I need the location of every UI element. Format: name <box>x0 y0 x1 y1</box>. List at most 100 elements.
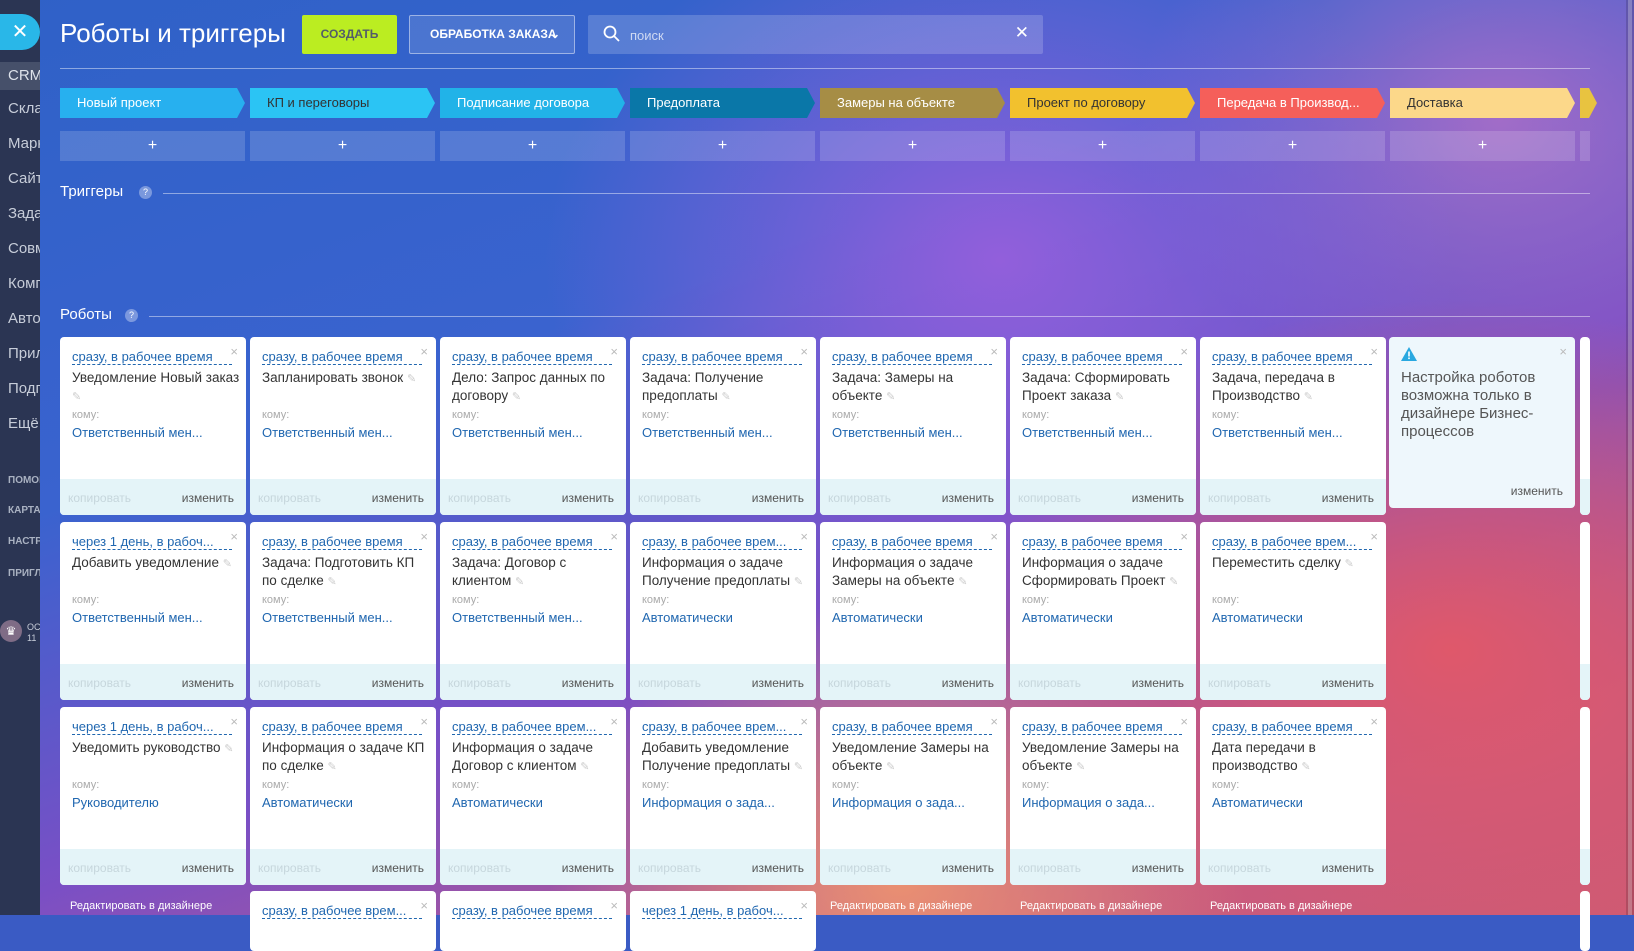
robot-delay-link[interactable]: через 1 день, в рабоч... <box>642 903 802 919</box>
copy-button[interactable]: копировать <box>448 861 511 875</box>
robot-card[interactable]: сразу, в рабочее время × Дата передачи в п… <box>1200 707 1386 885</box>
robot-card[interactable]: сразу, в рабочее время × Информация о зада… <box>1010 522 1196 700</box>
edit-button[interactable]: изменить <box>182 676 234 690</box>
nav-map[interactable]: КАРТА <box>8 505 40 516</box>
robot-delay-link[interactable]: сразу, в рабочее время <box>1022 719 1182 735</box>
robot-recipient[interactable]: Ответственный мен... <box>452 425 612 440</box>
robot-delay-link[interactable]: сразу, в рабочее время <box>262 534 422 550</box>
copy-button[interactable]: копировать <box>828 676 891 690</box>
edit-in-designer-link[interactable]: Редактировать в дизайнере <box>830 900 972 912</box>
add-robot-button[interactable]: + <box>60 131 245 161</box>
robot-recipient[interactable]: Ответственный мен... <box>1022 425 1182 440</box>
pencil-icon[interactable]: ✎ <box>794 576 803 588</box>
edit-button[interactable]: изменить <box>182 491 234 505</box>
robot-delay-link[interactable]: сразу, в рабочее время <box>452 903 612 919</box>
close-icon[interactable]: × <box>990 714 998 729</box>
robot-card-partial[interactable]: сра <box>1580 891 1590 951</box>
robot-card[interactable]: сразу, в рабочее время × Информация о зада… <box>820 522 1006 700</box>
edit-button[interactable]: изменить <box>752 861 804 875</box>
edit-button[interactable]: изменить <box>1322 676 1374 690</box>
scroll-thumb[interactable] <box>1628 0 1632 915</box>
edit-button[interactable]: изменить <box>372 861 424 875</box>
close-icon[interactable]: × <box>420 529 428 544</box>
copy-button[interactable]: копировать <box>448 676 511 690</box>
crown-icon[interactable]: ♛ <box>0 620 22 642</box>
scrollbar[interactable] <box>1626 0 1634 915</box>
copy-button[interactable]: копировать <box>1018 676 1081 690</box>
edit-in-designer-link[interactable]: Редактировать в дизайнере <box>1020 900 1162 912</box>
pencil-icon[interactable]: ✎ <box>1115 391 1124 403</box>
create-button[interactable]: СОЗДАТЬ <box>302 15 397 54</box>
edit-button[interactable]: изменить <box>942 491 994 505</box>
robot-delay-link[interactable]: через 1 день, в рабоч... <box>72 534 232 550</box>
copy-button[interactable]: копировать <box>1208 676 1271 690</box>
robot-card[interactable]: сразу, в рабочее время × Уведомление Новый… <box>60 337 246 515</box>
copy-button[interactable]: копировать <box>1208 861 1271 875</box>
robot-delay-link[interactable]: сразу, в рабочее врем... <box>642 719 802 735</box>
robot-card[interactable]: сразу, в рабочее время × Задача: Замеры на… <box>820 337 1006 515</box>
close-icon[interactable]: × <box>800 898 808 913</box>
add-robot-button[interactable]: + <box>440 131 625 161</box>
robot-card[interactable]: сразу, в рабочее время × Запланировать зво… <box>250 337 436 515</box>
robot-card[interactable]: сразу, в рабочее время × Задача, передача … <box>1200 337 1386 515</box>
edit-button[interactable]: изменить <box>1322 491 1374 505</box>
copy-button[interactable]: копировать <box>1018 491 1081 505</box>
robot-recipient[interactable]: Информация о зада... <box>642 795 802 810</box>
copy-button[interactable]: копировать <box>638 676 701 690</box>
add-robot-button[interactable]: + <box>1010 131 1195 161</box>
pencil-icon[interactable]: ✎ <box>407 373 416 385</box>
close-icon[interactable]: × <box>1370 344 1378 359</box>
stage-5[interactable]: Проект по договору <box>1010 88 1195 118</box>
robot-recipient[interactable]: Информация о зада... <box>1022 795 1182 810</box>
robot-delay-link[interactable]: сразу, в рабочее время <box>1212 719 1372 735</box>
robot-card[interactable]: сразу, в рабочее врем... × Информация о за… <box>440 707 626 885</box>
robot-recipient[interactable]: Автоматически <box>262 795 422 810</box>
robot-delay-link[interactable]: сразу, в рабочее время <box>452 534 612 550</box>
robot-card[interactable]: сразу, в рабочее время × Дело: Запрос данн… <box>440 337 626 515</box>
edit-in-designer-link[interactable]: Редактировать в дизайнере <box>1210 900 1352 912</box>
robot-delay-link[interactable]: через 1 день, в рабоч... <box>72 719 232 735</box>
close-icon[interactable]: × <box>420 714 428 729</box>
robot-recipient[interactable]: Автоматически <box>1212 795 1372 810</box>
add-robot-button[interactable]: + <box>820 131 1005 161</box>
robot-recipient[interactable]: Ответственный мен... <box>642 425 802 440</box>
robot-delay-link[interactable]: сразу, в рабочее время <box>642 349 802 365</box>
robot-card[interactable]: сразу, в рабочее время × Уведомление Замер… <box>1010 707 1196 885</box>
nav-settings[interactable]: НАСТРОЙКИ <box>8 536 40 547</box>
edit-button[interactable]: изменить <box>372 676 424 690</box>
add-robot-button[interactable] <box>1580 131 1590 161</box>
add-robot-button[interactable]: + <box>1390 131 1575 161</box>
robot-recipient[interactable]: Ответственный мен... <box>262 610 422 625</box>
stage-3[interactable]: Предоплата <box>630 88 815 118</box>
nav-item-crm[interactable]: CRM <box>0 62 40 90</box>
robot-recipient[interactable]: Автоматически <box>452 795 612 810</box>
edit-button[interactable]: изменить <box>182 861 234 875</box>
nav-item-sites[interactable]: Сайты <box>8 170 40 187</box>
nav-item-apps[interactable]: Приложения <box>8 345 40 362</box>
close-icon[interactable]: × <box>800 344 808 359</box>
robot-delay-link[interactable]: сразу, в рабочее врем... <box>262 903 422 919</box>
close-icon[interactable]: × <box>1180 344 1188 359</box>
copy-button[interactable]: копировать <box>68 861 131 875</box>
add-robot-button[interactable]: + <box>630 131 815 161</box>
robot-delay-link[interactable]: сразу, в рабочее время <box>1212 349 1372 365</box>
edit-in-designer-link[interactable]: Редактировать в дизайнере <box>70 900 212 912</box>
close-icon[interactable]: × <box>420 344 428 359</box>
close-icon[interactable]: × <box>420 898 428 913</box>
copy-button[interactable]: копировать <box>68 491 131 505</box>
close-icon[interactable]: × <box>230 529 238 544</box>
robot-recipient[interactable]: Ответственный мен... <box>262 425 422 440</box>
nav-item-tasks[interactable]: Задачи <box>8 205 40 222</box>
edit-button[interactable]: изменить <box>1511 484 1563 498</box>
edit-button[interactable]: изменить <box>372 491 424 505</box>
close-icon[interactable]: × <box>1180 529 1188 544</box>
close-icon[interactable]: × <box>230 344 238 359</box>
pencil-icon[interactable]: ✎ <box>223 558 232 570</box>
pencil-icon[interactable]: ✎ <box>515 576 524 588</box>
nav-invite[interactable]: ПРИГЛАСИТЬ <box>8 568 40 579</box>
close-icon[interactable]: × <box>230 714 238 729</box>
search-input[interactable] <box>628 23 992 47</box>
pencil-icon[interactable]: ✎ <box>327 761 336 773</box>
robot-card-partial[interactable]: сраДоУсИн <box>1580 707 1590 885</box>
copy-button[interactable]: копировать <box>258 491 321 505</box>
